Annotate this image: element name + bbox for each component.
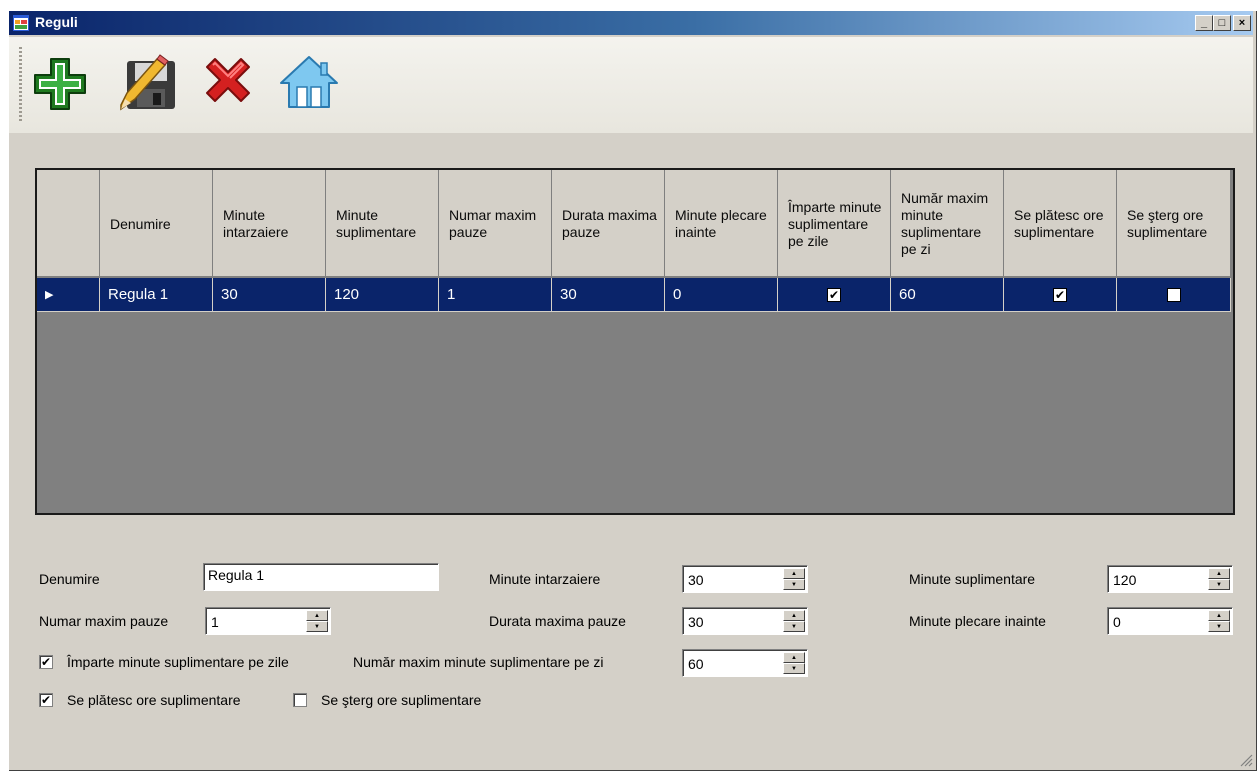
toolbar — [9, 37, 1253, 133]
cell-minute-plecare-inainte[interactable]: 0 — [665, 278, 778, 312]
column-header-se-sterg[interactable]: Se şterg ore suplimentare — [1117, 170, 1231, 277]
close-button[interactable]: × — [1233, 15, 1251, 31]
spin-down-button[interactable]: ▼ — [306, 621, 328, 632]
column-header-minute-suplimentare[interactable]: Minute suplimentare — [326, 170, 439, 277]
row-header-corner — [37, 170, 100, 277]
spin-up-button[interactable]: ▲ — [783, 652, 805, 663]
se-sterg-label[interactable]: Se şterg ore suplimentare — [321, 692, 481, 708]
minute-intarzaiere-value: 30 — [688, 572, 704, 588]
column-header-minute-intarzaiere[interactable]: Minute intarzaiere — [213, 170, 326, 277]
title-bar[interactable]: Reguli _ □ × — [9, 11, 1253, 35]
numar-maxim-minute-stepper[interactable]: 60 ▲ ▼ — [682, 649, 808, 677]
cell-minute-intarzaiere[interactable]: 30 — [213, 278, 326, 312]
spin-down-button[interactable]: ▼ — [783, 579, 805, 590]
minute-plecare-inainte-stepper[interactable]: 0 ▲ ▼ — [1107, 607, 1233, 635]
app-window-icon — [13, 15, 29, 31]
grid-checkbox-se-platesc[interactable]: ✔ — [1053, 287, 1067, 302]
spin-up-button[interactable]: ▲ — [783, 568, 805, 579]
save-icon — [120, 54, 175, 111]
numar-maxim-pauze-value: 1 — [211, 614, 219, 630]
imparte-label[interactable]: Împarte minute suplimentare pe zile — [67, 654, 289, 670]
table-row[interactable]: ▶ Regula 1 30 120 1 30 0 ✔ 60 ✔ — [37, 278, 1231, 312]
row-selector-arrow[interactable]: ▶ — [37, 278, 100, 312]
cell-imparte-checkbox[interactable]: ✔ — [778, 278, 891, 312]
home-icon — [280, 56, 338, 108]
add-button[interactable] — [31, 53, 89, 113]
numar-maxim-pauze-stepper[interactable]: 1 ▲ ▼ — [205, 607, 331, 635]
column-header-durata-maxima-pauze[interactable]: Durata maxima pauze — [552, 170, 665, 277]
numar-maxim-minute-value: 60 — [688, 656, 704, 672]
cell-durata-maxima-pauze[interactable]: 30 — [552, 278, 665, 312]
home-button[interactable] — [277, 53, 338, 113]
resize-grip-icon[interactable] — [1239, 753, 1253, 767]
save-button[interactable] — [113, 53, 175, 113]
spin-up-button[interactable]: ▲ — [1208, 610, 1230, 621]
cell-minute-suplimentare[interactable]: 120 — [326, 278, 439, 312]
durata-maxima-pauze-stepper[interactable]: 30 ▲ ▼ — [682, 607, 808, 635]
imparte-checkbox[interactable]: ✔ — [39, 655, 53, 669]
minute-plecare-inainte-value: 0 — [1113, 614, 1121, 630]
window-title: Reguli — [35, 14, 78, 30]
grid-checkbox-imparte[interactable]: ✔ — [827, 287, 841, 302]
durata-maxima-pauze-value: 30 — [688, 614, 704, 630]
cell-se-sterg-checkbox[interactable] — [1117, 278, 1231, 312]
numar-maxim-minute-label: Număr maxim minute suplimentare pe zi — [353, 654, 604, 670]
minimize-button[interactable]: _ — [1195, 15, 1213, 31]
spin-down-button[interactable]: ▼ — [1208, 579, 1230, 590]
numar-maxim-pauze-label: Numar maxim pauze — [39, 613, 169, 629]
column-header-imparte-minute[interactable]: Împarte minute suplimentare pe zile — [778, 170, 891, 277]
spin-down-button[interactable]: ▼ — [783, 663, 805, 674]
minute-suplimentare-value: 120 — [1113, 572, 1137, 588]
toolbar-grip[interactable] — [19, 47, 22, 123]
cell-numar-maxim-minute[interactable]: 60 — [891, 278, 1004, 312]
delete-button[interactable] — [199, 53, 257, 113]
minute-intarzaiere-label: Minute intarzaiere — [489, 571, 601, 587]
minute-intarzaiere-stepper[interactable]: 30 ▲ ▼ — [682, 565, 808, 593]
column-header-se-platesc[interactable]: Se plătesc ore suplimentare — [1004, 170, 1117, 277]
denumire-label: Denumire — [39, 571, 100, 587]
denumire-input[interactable]: Regula 1 — [203, 563, 439, 591]
column-header-numar-maxim-pauze[interactable]: Numar maxim pauze — [439, 170, 552, 277]
durata-maxima-pauze-label: Durata maxima pauze — [489, 613, 626, 629]
se-platesc-checkbox[interactable]: ✔ — [39, 693, 53, 707]
spin-down-button[interactable]: ▼ — [1208, 621, 1230, 632]
se-sterg-checkbox[interactable] — [293, 693, 307, 707]
se-platesc-label[interactable]: Se plătesc ore suplimentare — [67, 692, 241, 708]
spin-down-button[interactable]: ▼ — [783, 621, 805, 632]
minute-suplimentare-stepper[interactable]: 120 ▲ ▼ — [1107, 565, 1233, 593]
maximize-button[interactable]: □ — [1213, 15, 1231, 31]
column-header-numar-maxim-minute[interactable]: Număr maxim minute suplimentare pe zi — [891, 170, 1004, 277]
cell-numar-maxim-pauze[interactable]: 1 — [439, 278, 552, 312]
column-header-minute-plecare-inainte[interactable]: Minute plecare inainte — [665, 170, 778, 277]
column-header-denumire[interactable]: Denumire — [100, 170, 213, 277]
cell-denumire[interactable]: Regula 1 — [100, 278, 213, 312]
minute-plecare-inainte-label: Minute plecare inainte — [909, 613, 1046, 629]
spin-up-button[interactable]: ▲ — [1208, 568, 1230, 579]
cell-se-platesc-checkbox[interactable]: ✔ — [1004, 278, 1117, 312]
minute-suplimentare-label: Minute suplimentare — [909, 571, 1036, 587]
rules-data-grid[interactable]: Denumire Minute intarzaiere Minute supli… — [35, 168, 1235, 515]
spin-up-button[interactable]: ▲ — [306, 610, 328, 621]
add-icon — [34, 58, 86, 110]
delete-icon — [206, 58, 250, 102]
spin-up-button[interactable]: ▲ — [783, 610, 805, 621]
grid-checkbox-se-sterg[interactable] — [1166, 287, 1181, 302]
reguli-window: Reguli _ □ × Denumire Minute intarzaiere… — [8, 10, 1257, 771]
